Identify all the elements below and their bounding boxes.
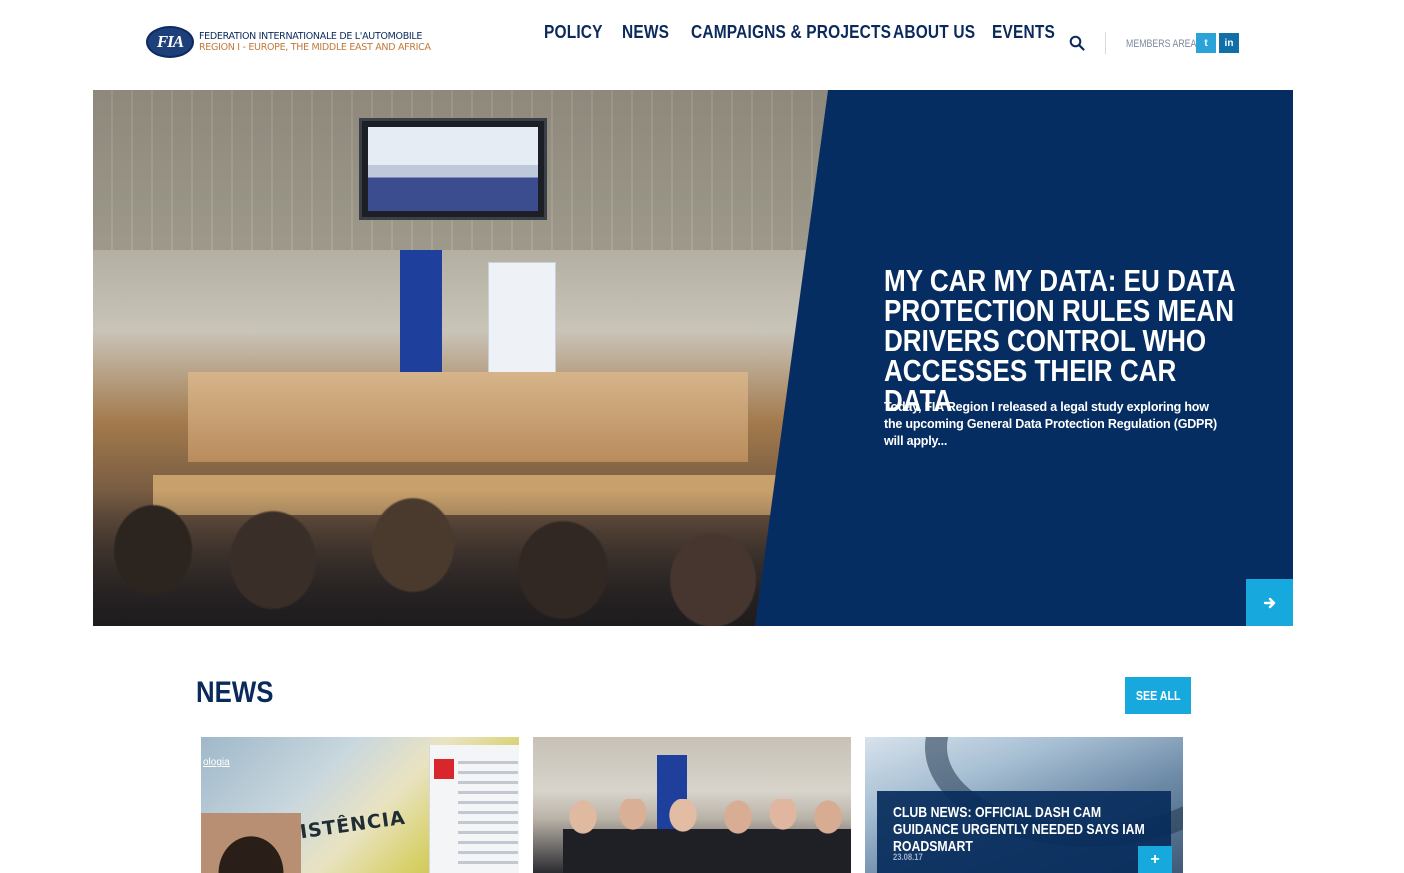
members-area-link[interactable]: MEMBERS AREA	[1126, 38, 1196, 50]
photo-fia-banner	[488, 262, 556, 378]
news-card[interactable]: ologia SISTÊNCIA	[201, 737, 519, 873]
card-title[interactable]: CLUB NEWS: OFFICIAL DASH CAM GUIDANCE UR…	[893, 804, 1164, 855]
nav-item-campaigns-projects[interactable]: CAMPAIGNS & PROJECTS	[691, 22, 891, 43]
hero-slider: MY CAR MY DATA: EU DATA PROTECTION RULES…	[93, 90, 1293, 626]
hero-next-button[interactable]	[1246, 579, 1293, 626]
nav-item-policy[interactable]: POLICY	[544, 22, 603, 43]
twitter-icon[interactable]: t	[1196, 33, 1216, 53]
photo-screen-content	[368, 127, 538, 211]
nav-item-news[interactable]: NEWS	[622, 22, 669, 43]
nav-divider	[1105, 32, 1106, 54]
see-all-label: SEE ALL	[1135, 688, 1181, 703]
card-photo-text: SISTÊNCIA	[284, 806, 407, 846]
card-photo-person	[201, 813, 301, 873]
logo-line-2: REGION I - EUROPE, THE MIDDLE EAST AND A…	[199, 42, 431, 53]
card-photo-tag: ologia	[203, 757, 230, 768]
card-plus-button[interactable]: +	[1138, 846, 1172, 873]
fia-logo[interactable]: FIA FEDERATION INTERNATIONALE DE L'AUTOM…	[146, 26, 431, 58]
arrow-right-icon	[1263, 597, 1275, 608]
logo-line-1: FEDERATION INTERNATIONALE DE L'AUTOMOBIL…	[199, 31, 423, 42]
acp-logo	[434, 759, 454, 779]
site-header: FIA FEDERATION INTERNATIONALE DE L'AUTOM…	[0, 0, 1404, 90]
nav-item-events[interactable]: EVENTS	[992, 22, 1055, 43]
search-icon[interactable]	[1069, 35, 1085, 51]
fia-logo-mark: FIA	[146, 26, 194, 58]
post-text-lines	[458, 761, 518, 871]
news-heading: NEWS	[196, 676, 274, 709]
hero-excerpt: Today, FIA Region I released a legal stu…	[884, 400, 1217, 448]
news-card[interactable]: CLUB NEWS: OFFICIAL DASH CAM GUIDANCE UR…	[865, 737, 1183, 873]
photo-audience	[93, 490, 828, 626]
card-photo-group	[563, 799, 851, 873]
card-caption-box: CLUB NEWS: OFFICIAL DASH CAM GUIDANCE UR…	[877, 791, 1171, 873]
see-all-button[interactable]: SEE ALL	[1125, 677, 1191, 714]
photo-screen	[359, 118, 547, 220]
nav-item-about-us[interactable]: ABOUT US	[893, 22, 975, 43]
hero-title[interactable]: MY CAR MY DATA: EU DATA PROTECTION RULES…	[884, 265, 1237, 416]
photo-panel-desk	[188, 372, 748, 462]
card-photo-facebook-post	[429, 745, 519, 873]
hero-photo	[93, 90, 828, 626]
photo-eu-flag	[400, 250, 442, 372]
card-date: 23.08.17	[893, 852, 923, 862]
linkedin-icon[interactable]: in	[1219, 33, 1239, 53]
logo-text: FEDERATION INTERNATIONALE DE L'AUTOMOBIL…	[199, 31, 431, 53]
news-card[interactable]	[533, 737, 851, 873]
